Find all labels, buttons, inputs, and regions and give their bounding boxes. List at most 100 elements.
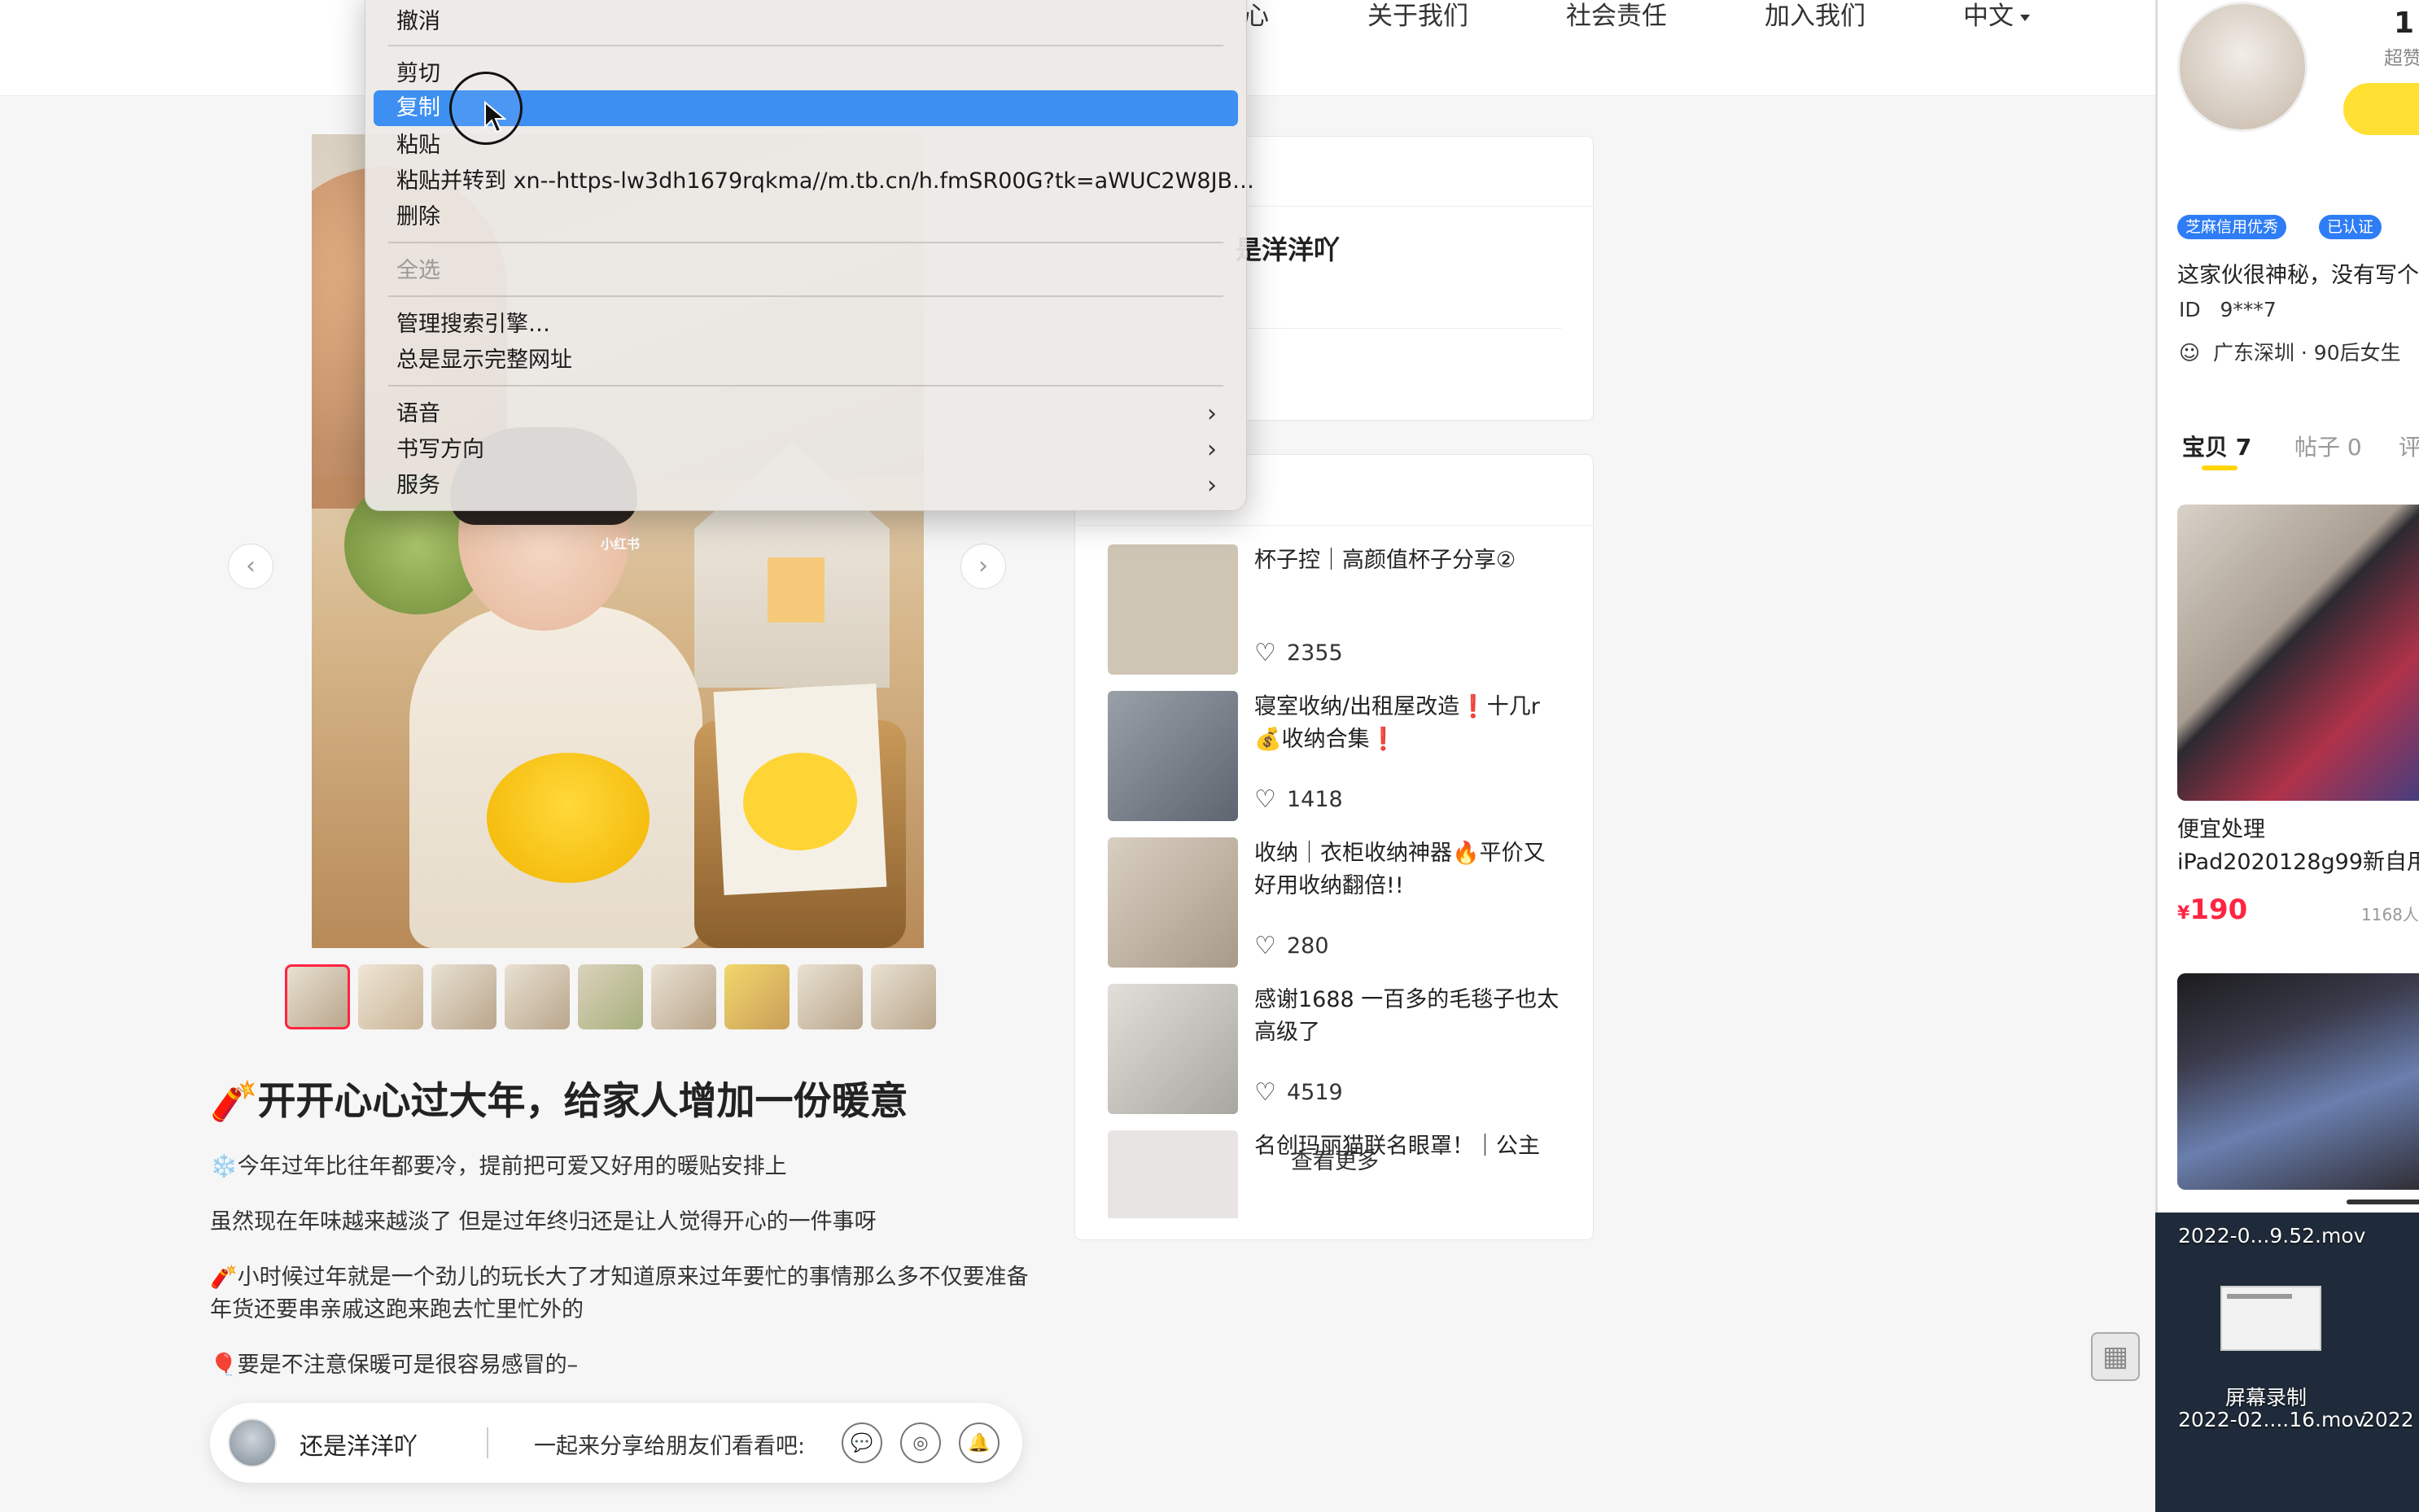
chevron-left-icon: ‹: [246, 552, 256, 580]
menu-item-services[interactable]: 服务 ›: [374, 468, 1238, 504]
menu-item-always-show-full-url[interactable]: 总是显示完整网址: [374, 343, 1238, 378]
related-title: 收纳｜衣柜收纳神器🔥平价又好用收纳翻倍!!: [1254, 841, 1546, 898]
chevron-right-icon: ›: [1207, 471, 1217, 500]
see-more-button[interactable]: 查看更多: [1075, 1143, 1593, 1175]
tab-posts[interactable]: 帖子 0: [2294, 430, 2362, 462]
nav-item-about-us[interactable]: 关于我们: [1367, 0, 1468, 32]
desktop-file-label[interactable]: 2022-02....16.mov: [2178, 1408, 2365, 1431]
heart-icon: [1254, 1078, 1276, 1107]
related-title: 感谢1688 一百多的毛毯子也太高级了: [1254, 987, 1559, 1045]
desktop-file-label[interactable]: 屏幕录制: [2225, 1382, 2307, 1411]
previous-image-button[interactable]: ‹: [228, 544, 273, 589]
heart-icon: [1254, 932, 1276, 960]
menu-item-speech[interactable]: 语音 ›: [374, 396, 1238, 432]
desktop-file-label[interactable]: 2022-0...9.52.mov: [2178, 1224, 2365, 1248]
menu-item-paste-and-go[interactable]: 粘贴并转到 xn--https-lw3dh1679rqkma//m.tb.cn/…: [374, 164, 1254, 199]
thumbnail[interactable]: [871, 964, 936, 1029]
share-bar: 还是洋洋吖 一起来分享给朋友们看看吧: 💬 ◎ 🔔: [210, 1403, 1022, 1483]
menu-item-select-all: 全选: [396, 258, 440, 283]
profile-count-label: 超赞: [2384, 48, 2419, 69]
related-thumbnail: [1108, 544, 1238, 675]
chevron-down-icon: [2020, 14, 2030, 21]
thumbnail[interactable]: [505, 964, 570, 1029]
nav-item-0[interactable]: 心: [1244, 0, 1269, 32]
weibo-icon[interactable]: ◎: [900, 1422, 941, 1463]
follow-button[interactable]: [2343, 83, 2419, 135]
thumbnail[interactable]: [431, 964, 496, 1029]
thumbnail[interactable]: [285, 964, 350, 1029]
menu-separator: [388, 242, 1223, 243]
wechat-icon[interactable]: 💬: [842, 1422, 882, 1463]
nav-item-social-responsibility[interactable]: 社会责任: [1566, 0, 1667, 32]
related-posts-list: 杯子控｜高颜值杯子分享② 2355 寝室收纳/出租屋改造❗十几r💰收纳合集❗ 1…: [1108, 544, 1564, 1218]
avatar[interactable]: [228, 1418, 277, 1467]
list-item[interactable]: 杯子控｜高颜值杯子分享② 2355: [1108, 544, 1564, 676]
thumbnail[interactable]: [798, 964, 863, 1029]
chevron-right-icon: ›: [1207, 400, 1217, 428]
profile-count: 1: [2394, 7, 2415, 40]
product-interest-count: 1168人想: [2361, 905, 2419, 924]
language-label: 中文: [1963, 2, 2014, 31]
chevron-right-icon: ›: [1207, 435, 1217, 464]
post-paragraph: 🧨小时候过年就是一个劲儿的玩长大了才知道原来过年要忙的事情那么多不仅要准备年货还…: [210, 1265, 1029, 1322]
related-posts-card: 杯子控｜高颜值杯子分享② 2355 寝室收纳/出租屋改造❗十几r💰收纳合集❗ 1…: [1074, 454, 1594, 1240]
thumbnail[interactable]: [358, 964, 423, 1029]
like-count: 280: [1254, 932, 1329, 960]
tab-items[interactable]: 宝贝 7: [2182, 430, 2251, 462]
heart-icon: [1254, 785, 1276, 814]
tab-reviews[interactable]: 评: [2399, 430, 2419, 462]
image-watermark: 小红书: [601, 536, 641, 552]
share-prompt: 一起来分享给朋友们看看吧:: [534, 1434, 806, 1459]
list-item[interactable]: 感谢1688 一百多的毛毯子也太高级了 4519: [1108, 984, 1564, 1116]
list-item[interactable]: 收纳｜衣柜收纳神器🔥平价又好用收纳翻倍!! 280: [1108, 837, 1564, 969]
thumbnail[interactable]: [651, 964, 716, 1029]
menu-item-label: 语音: [396, 401, 440, 426]
product-price: ¥190: [2177, 894, 2248, 926]
post-paragraph: ❄️今年过年比往年都要冷，提前把可爱又好用的暖贴安排上: [210, 1154, 787, 1179]
qq-icon[interactable]: 🔔: [959, 1422, 1000, 1463]
share-author-name[interactable]: 还是洋洋吖: [300, 1427, 418, 1462]
next-image-button[interactable]: ›: [960, 544, 1006, 589]
avatar[interactable]: [2177, 2, 2307, 132]
menu-item-writing-direction[interactable]: 书写方向 ›: [374, 432, 1238, 468]
menu-item-manage-search-engines[interactable]: 管理搜索引擎…: [374, 307, 1238, 343]
divider: [487, 1427, 488, 1458]
profile-bio: 这家伙很神秘，没有写个: [2177, 263, 2419, 288]
post-paragraph: 虽然现在年味越来越淡了 但是过年终归还是让人觉得开心的一件事呀: [210, 1209, 877, 1235]
desktop-file-label[interactable]: 2022: [2362, 1408, 2414, 1431]
chevron-right-icon: ›: [978, 552, 988, 580]
status-badge: 芝麻信用优秀: [2177, 215, 2287, 239]
mouse-pointer-icon: [484, 101, 506, 133]
status-badge: 已认证: [2319, 215, 2382, 239]
related-thumbnail: [1108, 984, 1238, 1114]
scrollbar[interactable]: [2347, 1200, 2419, 1204]
product-title[interactable]: 便宜处理: [2177, 814, 2265, 846]
product-image[interactable]: [2177, 973, 2419, 1190]
qr-code-icon[interactable]: ▦: [2091, 1332, 2140, 1381]
desktop-file-thumbnail[interactable]: [2220, 1286, 2321, 1351]
list-item[interactable]: 寝室收纳/出租屋改造❗十几r💰收纳合集❗ 1418: [1108, 691, 1564, 823]
profile-id: ID 9***7: [2179, 298, 2277, 321]
menu-item-delete[interactable]: 删除: [374, 199, 1238, 235]
menu-item-undo[interactable]: 撤消: [374, 4, 1238, 40]
related-thumbnail: [1108, 837, 1238, 968]
post-paragraph: 🎈要是不注意保暖可是很容易感冒的–: [210, 1352, 579, 1378]
menu-separator: [388, 295, 1223, 297]
menu-item-label: 服务: [396, 473, 440, 498]
product-image[interactable]: [2177, 505, 2419, 801]
related-title: 杯子控｜高颜值杯子分享②: [1254, 548, 1516, 573]
thumbnail[interactable]: [578, 964, 643, 1029]
post-title: 🧨开开心心过大年，给家人增加一份暖意: [210, 1079, 908, 1124]
related-title: 寝室收纳/出租屋改造❗十几r💰收纳合集❗: [1254, 694, 1540, 752]
profile-location: ☺ 广东深圳 · 90后女生: [2179, 341, 2401, 365]
thumbnail[interactable]: [724, 964, 790, 1029]
author-name[interactable]: 是洋洋吖: [1236, 229, 1340, 267]
like-count: 2355: [1254, 639, 1343, 667]
nav-item-join-us[interactable]: 加入我们: [1765, 0, 1866, 32]
language-selector[interactable]: 中文: [1963, 0, 2030, 32]
menu-separator: [388, 385, 1223, 387]
like-count: 1418: [1254, 785, 1343, 814]
menu-item-label: 书写方向: [396, 437, 484, 462]
product-title[interactable]: iPad2020128g99新自用: [2177, 846, 2419, 879]
active-tab-indicator: [2202, 465, 2237, 470]
